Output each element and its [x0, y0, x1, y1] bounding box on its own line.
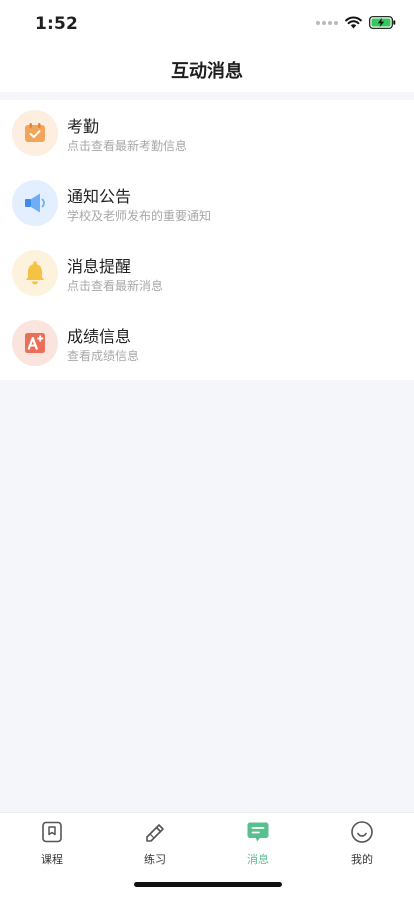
item-title: 考勤: [67, 117, 100, 136]
status-bar: 1:52: [0, 0, 414, 48]
bookmark-icon: [39, 819, 65, 845]
tab-messages[interactable]: 消息: [218, 819, 298, 869]
home-indicator: [134, 882, 282, 887]
list-item-attendance[interactable]: 考勤 点击查看最新考勤信息: [0, 100, 414, 170]
item-subtitle: 点击查看最新消息: [67, 279, 164, 293]
bell-icon: [12, 250, 58, 296]
tab-me[interactable]: 我的: [322, 819, 402, 869]
tab-practice[interactable]: 练习: [115, 819, 195, 869]
wifi-icon: [345, 16, 362, 29]
list-item-reminders[interactable]: 消息提醒 点击查看最新消息: [0, 240, 414, 310]
tab-label: 练习: [144, 853, 166, 866]
item-title: 消息提醒: [67, 257, 132, 276]
cellular-signal-icon: [316, 20, 338, 25]
status-icons: [316, 16, 396, 29]
navigation-bar: 互动消息: [0, 48, 414, 92]
item-subtitle: 学校及老师发布的重要通知: [67, 209, 212, 223]
calendar-check-icon: [12, 110, 58, 156]
list-item-grades[interactable]: 成绩信息 查看成绩信息: [0, 310, 414, 380]
tab-label: 我的: [351, 853, 373, 866]
item-subtitle: 点击查看最新考勤信息: [67, 139, 188, 153]
pencil-icon: [142, 819, 168, 845]
message-category-list: 考勤 点击查看最新考勤信息 通知公告 学校及老师发布的重要通知 消息提醒 点击查…: [0, 100, 414, 380]
page-title: 互动消息: [171, 61, 243, 82]
battery-charging-icon: [369, 16, 396, 29]
smiley-icon: [349, 819, 375, 845]
item-title: 通知公告: [67, 187, 132, 206]
status-time: 1:52: [35, 14, 79, 34]
tab-label: 课程: [41, 853, 63, 866]
grade-a-plus-icon: [12, 320, 58, 366]
tab-courses[interactable]: 课程: [12, 819, 92, 869]
message-icon: [245, 819, 271, 845]
tab-label: 消息: [247, 853, 269, 866]
list-item-notice[interactable]: 通知公告 学校及老师发布的重要通知: [0, 170, 414, 240]
megaphone-icon: [12, 180, 58, 226]
item-subtitle: 查看成绩信息: [67, 349, 140, 363]
item-title: 成绩信息: [67, 327, 132, 346]
